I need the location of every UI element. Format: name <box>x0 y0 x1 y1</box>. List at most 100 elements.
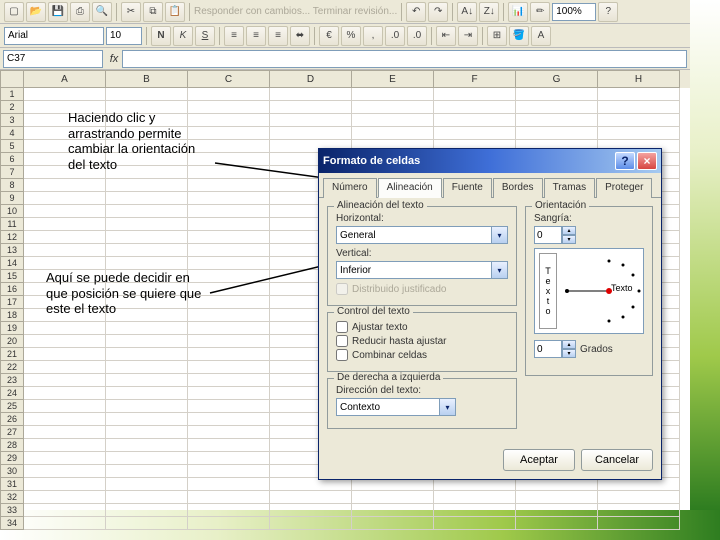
vertical-combo[interactable]: Inferior▾ <box>336 261 508 279</box>
cell[interactable] <box>516 517 598 530</box>
cell[interactable] <box>434 504 516 517</box>
cell[interactable] <box>434 517 516 530</box>
cell[interactable] <box>106 517 188 530</box>
bold-icon[interactable]: N <box>151 26 171 46</box>
close-button[interactable]: × <box>637 152 657 170</box>
chart-icon[interactable]: 📊 <box>508 2 528 22</box>
horizontal-combo[interactable]: General▾ <box>336 226 508 244</box>
dialog-titlebar[interactable]: Formato de celdas ? × <box>319 149 661 173</box>
cell[interactable] <box>434 101 516 114</box>
cell[interactable] <box>24 374 106 387</box>
zoom-combo[interactable]: 100% <box>552 3 596 21</box>
merge-cells-checkbox[interactable]: Combinar celdas <box>336 349 508 361</box>
undo-icon[interactable]: ↶ <box>406 2 426 22</box>
cell[interactable] <box>188 257 270 270</box>
row-header[interactable]: 24 <box>0 387 24 400</box>
row-header[interactable]: 30 <box>0 465 24 478</box>
row-header[interactable]: 14 <box>0 257 24 270</box>
cell[interactable] <box>24 478 106 491</box>
cell[interactable] <box>598 504 680 517</box>
degrees-spinner[interactable]: ▴▾ <box>534 340 576 358</box>
cell[interactable] <box>188 348 270 361</box>
row-header[interactable]: 3 <box>0 114 24 127</box>
currency-icon[interactable]: € <box>319 26 339 46</box>
cell[interactable] <box>106 205 188 218</box>
row-header[interactable]: 18 <box>0 309 24 322</box>
cell[interactable] <box>24 192 106 205</box>
cell[interactable] <box>516 114 598 127</box>
cell[interactable] <box>188 322 270 335</box>
shrink-fit-checkbox[interactable]: Reducir hasta ajustar <box>336 335 508 347</box>
cell[interactable] <box>106 192 188 205</box>
cell[interactable] <box>106 374 188 387</box>
italic-icon[interactable]: K <box>173 26 193 46</box>
dec-indent-icon[interactable]: ⇤ <box>436 26 456 46</box>
row-header[interactable]: 31 <box>0 478 24 491</box>
row-header[interactable]: 29 <box>0 452 24 465</box>
save-icon[interactable]: 💾 <box>48 2 68 22</box>
col-header[interactable]: B <box>106 70 188 88</box>
cell[interactable] <box>106 231 188 244</box>
cell[interactable] <box>188 413 270 426</box>
row-header[interactable]: 5 <box>0 140 24 153</box>
cell[interactable] <box>188 478 270 491</box>
cell[interactable] <box>188 387 270 400</box>
cell[interactable] <box>516 88 598 101</box>
cell[interactable] <box>598 491 680 504</box>
comma-icon[interactable]: , <box>363 26 383 46</box>
print-icon[interactable]: ⎙ <box>70 2 90 22</box>
col-header[interactable]: E <box>352 70 434 88</box>
cell[interactable] <box>106 244 188 257</box>
cell[interactable] <box>106 361 188 374</box>
cell[interactable] <box>24 231 106 244</box>
ok-button[interactable]: Aceptar <box>503 449 575 471</box>
preview-icon[interactable]: 🔍 <box>92 2 112 22</box>
cell[interactable] <box>352 491 434 504</box>
align-right-icon[interactable]: ≡ <box>268 26 288 46</box>
cell[interactable] <box>24 387 106 400</box>
cell[interactable] <box>24 361 106 374</box>
row-header[interactable]: 6 <box>0 153 24 166</box>
cell[interactable] <box>188 335 270 348</box>
paste-icon[interactable]: 📋 <box>165 2 185 22</box>
cell[interactable] <box>106 387 188 400</box>
cell[interactable] <box>516 491 598 504</box>
cell[interactable] <box>188 517 270 530</box>
cell[interactable] <box>106 504 188 517</box>
row-header[interactable]: 27 <box>0 426 24 439</box>
cell[interactable] <box>106 348 188 361</box>
fill-color-icon[interactable]: 🪣 <box>509 26 529 46</box>
row-header[interactable]: 8 <box>0 179 24 192</box>
cell[interactable] <box>188 400 270 413</box>
percent-icon[interactable]: % <box>341 26 361 46</box>
row-header[interactable]: 9 <box>0 192 24 205</box>
open-icon[interactable]: 📂 <box>26 2 46 22</box>
row-header[interactable]: 19 <box>0 322 24 335</box>
cell[interactable] <box>352 127 434 140</box>
tab-borders[interactable]: Bordes <box>493 178 543 198</box>
row-header[interactable]: 16 <box>0 283 24 296</box>
cell[interactable] <box>106 426 188 439</box>
cell[interactable] <box>270 127 352 140</box>
cell[interactable] <box>106 439 188 452</box>
row-header[interactable]: 33 <box>0 504 24 517</box>
cell[interactable] <box>24 400 106 413</box>
direction-combo[interactable]: Contexto▾ <box>336 398 456 416</box>
cell[interactable] <box>188 361 270 374</box>
cell[interactable] <box>516 504 598 517</box>
cell[interactable] <box>24 491 106 504</box>
cell[interactable] <box>24 257 106 270</box>
cell[interactable] <box>188 218 270 231</box>
row-header[interactable]: 11 <box>0 218 24 231</box>
cell[interactable] <box>598 88 680 101</box>
cell[interactable] <box>188 205 270 218</box>
row-header[interactable]: 23 <box>0 374 24 387</box>
indent-spinner[interactable]: ▴▾ <box>534 226 644 244</box>
help-button[interactable]: ? <box>615 152 635 170</box>
sort-asc-icon[interactable]: A↓ <box>457 2 477 22</box>
cell[interactable] <box>270 491 352 504</box>
inc-indent-icon[interactable]: ⇥ <box>458 26 478 46</box>
font-size-combo[interactable]: 10 <box>106 27 142 45</box>
cell[interactable] <box>106 413 188 426</box>
tab-font[interactable]: Fuente <box>443 178 492 198</box>
